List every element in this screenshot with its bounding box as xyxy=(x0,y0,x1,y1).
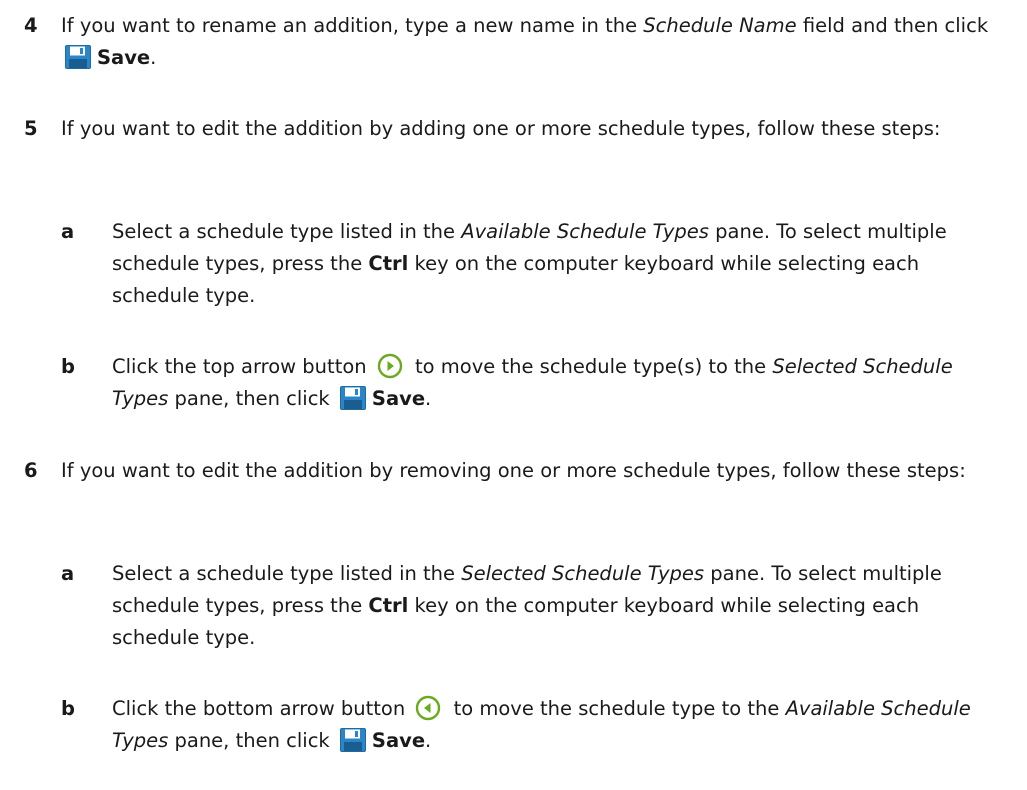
step-number: 6 xyxy=(24,459,38,482)
arrow-left-icon xyxy=(415,695,441,721)
substep-letter: a xyxy=(61,220,75,243)
save-label: Save xyxy=(371,729,426,752)
substep-letter: b xyxy=(61,697,75,720)
save-icon xyxy=(340,728,366,752)
step-number: 4 xyxy=(24,14,38,37)
text-run: . xyxy=(425,729,432,752)
key-name: Ctrl xyxy=(368,594,409,617)
step-5-substep-b: b Click the top arrow button to move the… xyxy=(0,351,1009,415)
step-6-substep-a: a Select a schedule type listed in the S… xyxy=(0,558,1009,654)
text-run: Select a schedule type listed in the xyxy=(112,220,462,243)
substep-letter: b xyxy=(61,355,75,378)
step-text: If you want to edit the addition by remo… xyxy=(61,459,966,482)
step-text: If you want to rename an addition, type … xyxy=(61,10,1009,74)
text-run: pane, then click xyxy=(168,387,336,410)
text-run: field and then click xyxy=(796,14,989,37)
text-run: . xyxy=(425,387,432,410)
text-run: Click the bottom arrow button xyxy=(112,697,412,720)
save-label: Save xyxy=(371,387,426,410)
save-icon xyxy=(340,386,366,410)
step-text: If you want to edit the addition by addi… xyxy=(61,117,941,140)
pane-name: Selected Schedule Types xyxy=(461,562,705,585)
step-6: 6 If you want to edit the addition by re… xyxy=(0,455,1009,487)
text-run: pane, then click xyxy=(168,729,336,752)
substep-text: Select a schedule type listed in the Ava… xyxy=(112,216,1009,312)
text-run: If you want to rename an addition, type … xyxy=(61,14,644,37)
text-run: to move the schedule type to the xyxy=(447,697,786,720)
text-run: to move the schedule type(s) to the xyxy=(408,355,773,378)
pane-name: Available Schedule Types xyxy=(461,220,709,243)
text-run: Click the top arrow button xyxy=(112,355,373,378)
substep-text: Select a schedule type listed in the Sel… xyxy=(112,558,1009,654)
step-4: 4 If you want to rename an addition, typ… xyxy=(0,10,1009,74)
text-run: Select a schedule type listed in the xyxy=(112,562,462,585)
save-label: Save xyxy=(97,46,151,69)
step-6-substep-b: b Click the bottom arrow button to move … xyxy=(0,693,1009,757)
save-icon xyxy=(65,45,91,69)
arrow-right-icon xyxy=(377,353,403,379)
step-5: 5 If you want to edit the addition by ad… xyxy=(0,113,1009,145)
text-run: . xyxy=(150,46,157,69)
substep-text: Click the top arrow button to move the s… xyxy=(112,351,1009,415)
substep-text: Click the bottom arrow button to move th… xyxy=(112,693,1009,757)
step-number: 5 xyxy=(24,117,38,140)
key-name: Ctrl xyxy=(368,252,409,275)
field-name: Schedule Name xyxy=(643,14,797,37)
step-5-substep-a: a Select a schedule type listed in the A… xyxy=(0,216,1009,312)
substep-letter: a xyxy=(61,562,75,585)
